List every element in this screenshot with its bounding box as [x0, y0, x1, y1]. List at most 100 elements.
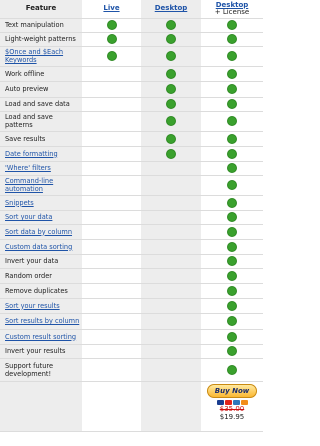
feature-cell: Invert your results: [0, 344, 82, 359]
desktop-license-cell: [201, 344, 263, 359]
live-cell: [82, 329, 141, 345]
feature-column-header: Feature: [0, 0, 82, 19]
desktop-cell: [141, 46, 201, 67]
feature-row: Text manipulation: [0, 18, 263, 33]
feature-row: Command-line automation: [0, 175, 263, 196]
desktop-license-cell: [201, 254, 263, 269]
feature-cell: Load and save data: [0, 97, 82, 112]
feature-label: Support future development!: [5, 361, 54, 378]
desktop-cell: [141, 131, 201, 147]
feature-row: Custom data sorting: [0, 239, 263, 255]
live-cell: [82, 268, 141, 284]
live-cell: [82, 313, 141, 330]
desktop-license-cell: [201, 131, 263, 147]
green-dot-icon: [227, 241, 237, 252]
desktop-license-column-header: Desktop + License: [201, 0, 263, 19]
desktop-license-cell: [201, 111, 263, 132]
feature-link[interactable]: Snippets: [5, 199, 34, 207]
desktop-cell: [141, 195, 201, 211]
feature-row: Snippets: [0, 195, 263, 211]
feature-cell: Date formatting: [0, 146, 82, 162]
feature-link[interactable]: 'Where' filters: [5, 164, 51, 172]
green-dot-icon: [106, 34, 117, 44]
feature-link[interactable]: Sort data by column: [5, 228, 72, 236]
visa-card-icon: [216, 399, 224, 405]
header-row: Feature Live Desktop Desktop + License: [0, 0, 263, 19]
desktop-link[interactable]: Desktop: [155, 4, 188, 12]
feature-link[interactable]: Sort your results: [5, 302, 60, 310]
feature-row: Work offline: [0, 66, 263, 82]
live-cell: [82, 81, 141, 98]
desktop-cell: [141, 32, 201, 47]
live-cell: [82, 131, 141, 147]
live-cell: [82, 298, 141, 314]
desktop-cell: [141, 175, 201, 196]
feature-row: $Once and $Each Keywords: [0, 46, 263, 67]
desktop-license-cell: [201, 210, 263, 225]
desktop-cell: [141, 268, 201, 284]
feature-cell: Save results: [0, 131, 82, 147]
green-dot-icon: [227, 300, 237, 311]
desktop-cell: [141, 97, 201, 112]
feature-row: Sort your data: [0, 210, 263, 225]
desktop-license-cell: [201, 195, 263, 211]
desktop-cell: [141, 358, 201, 382]
feature-row: Sort data by column: [0, 224, 263, 240]
amex-card-icon: [232, 399, 240, 405]
feature-label: Text manipulation: [5, 21, 64, 29]
feature-link[interactable]: Sort results by column: [5, 317, 79, 325]
desktop-license-cell: [201, 329, 263, 345]
feature-cell: Light-weight patterns: [0, 32, 82, 47]
desktop-cell: [141, 298, 201, 314]
desktop-license-cell: [201, 81, 263, 98]
purchase-feature-cell: [0, 381, 82, 432]
desktop-license-cell: [201, 46, 263, 67]
green-dot-icon: [166, 148, 176, 159]
feature-link[interactable]: Custom data sorting: [5, 243, 72, 251]
desktop-cell: [141, 81, 201, 98]
feature-row: Date formatting: [0, 146, 263, 162]
desktop-cell: [141, 224, 201, 240]
feature-link[interactable]: Command-line automation: [5, 177, 53, 193]
feature-link[interactable]: Date formatting: [5, 150, 58, 158]
feature-cell: $Once and $Each Keywords: [0, 46, 82, 67]
green-dot-icon: [227, 68, 237, 79]
feature-row: Invert your data: [0, 254, 263, 269]
old-price: $35.00: [219, 404, 245, 413]
live-link[interactable]: Live: [103, 4, 119, 12]
green-dot-icon: [227, 226, 237, 237]
green-dot-icon: [166, 84, 176, 94]
feature-row: Invert your results: [0, 344, 263, 359]
feature-label: Random order: [5, 271, 52, 280]
feature-rows: Text manipulation Light-weight patterns $O…: [0, 18, 263, 382]
feature-cell: Load and save patterns: [0, 111, 82, 132]
green-dot-icon: [227, 163, 237, 173]
feature-row: Auto preview: [0, 81, 263, 98]
feature-cell: Sort your results: [0, 298, 82, 314]
green-dot-icon: [227, 364, 237, 375]
license-suffix: + License: [214, 7, 250, 16]
feature-link[interactable]: $Once and $Each Keywords: [5, 48, 63, 64]
feature-row: Sort results by column: [0, 313, 263, 330]
buy-now-button[interactable]: Buy Now: [207, 383, 257, 398]
feature-label: Invert your results: [5, 347, 66, 355]
feature-link[interactable]: Custom result sorting: [5, 333, 76, 341]
feature-cell: Text manipulation: [0, 18, 82, 33]
desktop-cell: [141, 111, 201, 132]
desktop-license-cell: [201, 18, 263, 33]
feature-label: Remove duplicates: [5, 286, 68, 295]
feature-cell: Sort data by column: [0, 224, 82, 240]
live-cell: [82, 358, 141, 382]
live-cell: [82, 344, 141, 359]
feature-cell: Custom result sorting: [0, 329, 82, 345]
green-dot-icon: [227, 270, 237, 281]
feature-row: Save results: [0, 131, 263, 147]
desktop-column-header: Desktop: [141, 0, 201, 19]
feature-row: Remove duplicates: [0, 283, 263, 299]
desktop-license-cell: [201, 97, 263, 112]
green-dot-icon: [166, 99, 176, 109]
feature-cell: Custom data sorting: [0, 239, 82, 255]
desktop-cell: [141, 283, 201, 299]
desktop-license-cell: [201, 239, 263, 255]
feature-link[interactable]: Sort your data: [5, 213, 52, 221]
